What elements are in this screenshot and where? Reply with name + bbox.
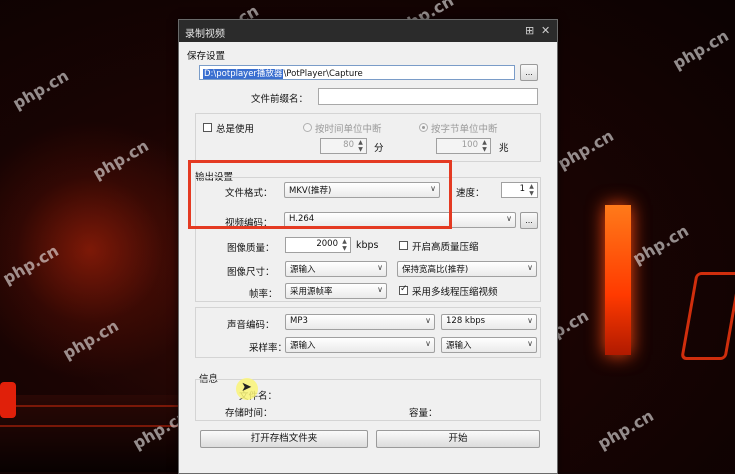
audio-codec-label: 声音编码： (227, 320, 275, 331)
chevron-down-icon: ∨ (425, 339, 431, 348)
codec-settings-button[interactable]: ... (520, 212, 538, 229)
split-by-size-radio[interactable] (419, 123, 428, 132)
always-use-checkbox[interactable] (203, 123, 212, 132)
chevron-down-icon: ∨ (527, 263, 533, 272)
speed-label: 速度： (456, 188, 485, 199)
save-folder-field[interactable]: D:\potplayer播放器\PotPlayer\Capture (199, 65, 515, 80)
size-unit-label: 兆 (499, 143, 509, 154)
chevron-down-icon: ∨ (527, 339, 533, 348)
audio-bitrate-select[interactable]: 128 kbps ∨ (441, 314, 537, 330)
time-unit-label: 分 (374, 143, 384, 154)
chevron-down-icon: ∨ (506, 214, 512, 223)
time-split-spinner[interactable]: 80 ▲ ▼ (320, 138, 367, 154)
background-red-object (0, 382, 16, 418)
hq-compress-checkbox[interactable] (399, 241, 408, 250)
background-neon-shape (680, 272, 735, 360)
sample-rate-select[interactable]: 源输入 ∨ (285, 337, 435, 353)
quality-spinner[interactable]: 2000 ▲ ▼ (285, 237, 351, 253)
close-icon[interactable]: ✕ (541, 24, 550, 37)
channels-select[interactable]: 源输入 ∨ (441, 337, 537, 353)
chevron-down-icon: ∨ (377, 285, 383, 294)
chevron-down-icon: ∨ (425, 316, 431, 325)
image-size-label: 图像尺寸： (227, 267, 275, 278)
record-video-dialog: 录制视频 ⊞ ✕ 保存设置 D:\potplayer播放器\PotPlayer\… (178, 19, 558, 474)
always-use-label: 总是使用 (216, 124, 255, 135)
split-by-time-radio[interactable] (303, 123, 312, 132)
multithread-label: 采用多线程压缩视频 (412, 287, 498, 298)
size-split-spinner[interactable]: 100 ▲ ▼ (436, 138, 491, 154)
fps-select[interactable]: 采用源帧率 ∨ (285, 283, 387, 299)
save-settings-label: 保存设置 (187, 51, 226, 62)
title-bar[interactable]: 录制视频 ⊞ ✕ (179, 20, 557, 42)
split-by-time-label: 按时间单位中断 (315, 124, 382, 135)
storage-time-label: 存储时间： (225, 408, 273, 419)
file-prefix-input[interactable] (318, 88, 538, 105)
fps-label: 帧率： (249, 289, 278, 300)
browse-folder-button[interactable]: ... (520, 64, 538, 81)
chevron-down-icon: ∨ (377, 263, 383, 272)
quality-label: 图像质量： (227, 243, 275, 254)
multithread-checkbox[interactable] (399, 284, 408, 295)
dialog-title: 录制视频 (185, 29, 225, 40)
chevron-down-icon: ∨ (527, 316, 533, 325)
mouse-cursor-highlight: ➤ (236, 378, 258, 400)
hq-compress-label: 开启高质量压缩 (412, 242, 479, 253)
audio-codec-select[interactable]: MP3 ∨ (285, 314, 435, 330)
capacity-label: 容量： (409, 408, 438, 419)
aspect-ratio-select[interactable]: 保持宽高比(推荐) ∨ (397, 261, 537, 277)
speed-spinner[interactable]: 1 ▲ ▼ (501, 182, 538, 198)
spinner-arrows-icon[interactable]: ▲ ▼ (356, 139, 365, 153)
quality-unit-label: kbps (356, 240, 379, 251)
open-folder-button[interactable]: 打开存档文件夹 (200, 430, 368, 448)
highlight-annotation-box (188, 160, 452, 229)
file-prefix-label: 文件前缀名： (251, 94, 309, 105)
sample-rate-label: 采样率： (249, 343, 288, 354)
spinner-arrows-icon[interactable]: ▲ ▼ (527, 183, 536, 197)
split-by-size-label: 按字节单位中断 (431, 124, 498, 135)
start-button[interactable]: 开始 (376, 430, 540, 448)
save-folder-selected-text: D:\potplayer播放器 (203, 69, 284, 79)
spinner-arrows-icon[interactable]: ▲ ▼ (480, 139, 489, 153)
save-folder-text: \PotPlayer\Capture (283, 69, 363, 79)
background-light-bar (605, 205, 631, 355)
spinner-arrows-icon[interactable]: ▲ ▼ (340, 238, 349, 252)
image-size-select[interactable]: 源输入 ∨ (285, 261, 387, 277)
pin-icon[interactable]: ⊞ (525, 24, 534, 37)
cursor-arrow-icon: ➤ (241, 380, 252, 395)
